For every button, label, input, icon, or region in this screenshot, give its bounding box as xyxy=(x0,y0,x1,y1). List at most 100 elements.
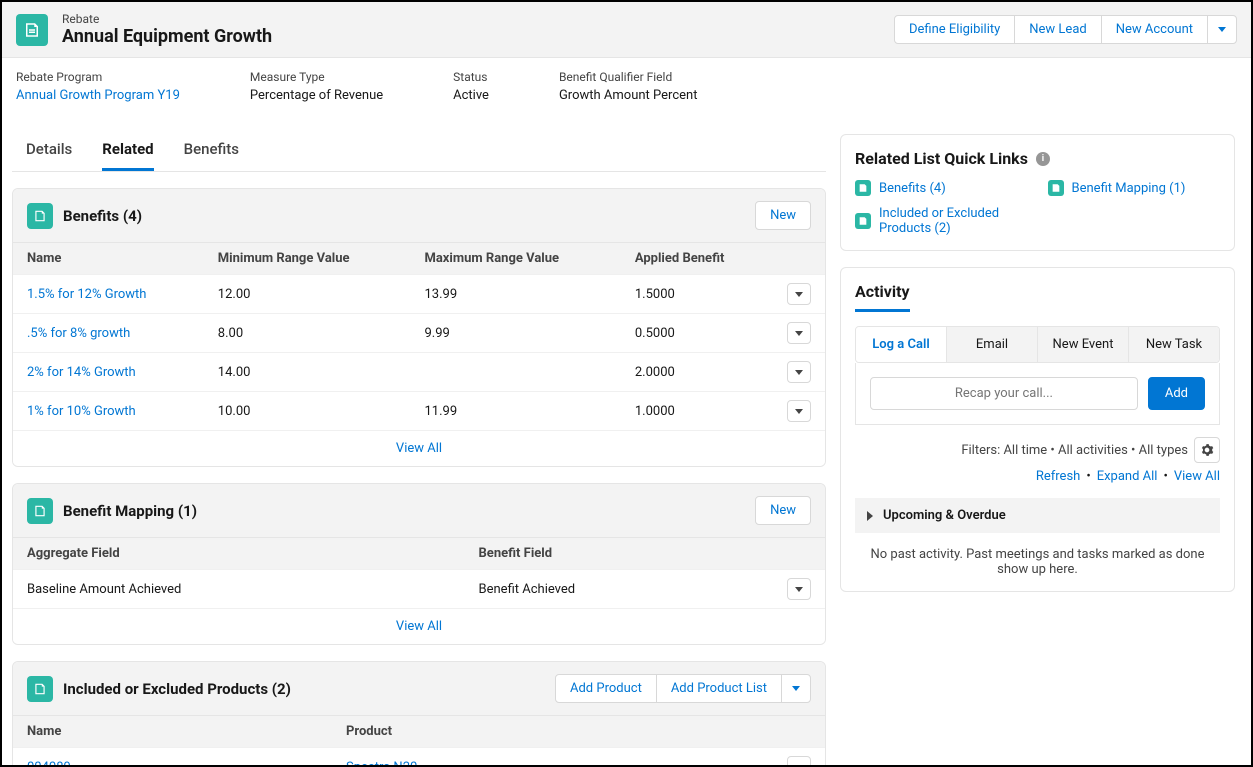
benefit-link[interactable]: 2% for 14% Growth xyxy=(27,365,136,380)
mapping-title: Benefit Mapping (1) xyxy=(63,502,197,520)
chevron-down-icon xyxy=(795,331,803,336)
filters-text: Filters: All time • All activities • All… xyxy=(961,443,1188,458)
benefits-table: Name Minimum Range Value Maximum Range V… xyxy=(13,242,825,430)
row-menu-button[interactable] xyxy=(787,578,811,600)
benefits-view-all[interactable]: View All xyxy=(13,430,825,466)
activity-title: Activity xyxy=(855,282,910,312)
product-link[interactable]: Spectra N20 xyxy=(346,760,417,767)
subtab-event[interactable]: New Event xyxy=(1037,327,1128,362)
products-card: Included or Excluded Products (2) Add Pr… xyxy=(12,661,826,767)
quick-links-card: Related List Quick Links i Benefits (4) … xyxy=(840,134,1235,251)
row-menu-button[interactable] xyxy=(787,361,811,383)
chevron-right-icon xyxy=(867,511,873,521)
mapping-new-button[interactable]: New xyxy=(755,496,811,525)
status-label: Status xyxy=(453,70,489,84)
measure-type-value: Percentage of Revenue xyxy=(250,88,383,103)
header-more-button[interactable] xyxy=(1207,15,1237,44)
table-row: 1% for 10% Growth 10.00 11.99 1.0000 xyxy=(13,392,825,431)
rebate-program-link[interactable]: Annual Growth Program Y19 xyxy=(16,88,180,103)
recap-input[interactable] xyxy=(870,377,1138,410)
ql-benefits[interactable]: Benefits (4) xyxy=(855,180,1028,196)
chevron-down-icon xyxy=(1218,27,1226,32)
filter-settings-button[interactable] xyxy=(1194,437,1220,463)
row-menu-button[interactable] xyxy=(787,322,811,344)
qualifier-value: Growth Amount Percent xyxy=(559,88,698,103)
upcoming-section[interactable]: Upcoming & Overdue xyxy=(855,498,1220,533)
new-account-button[interactable]: New Account xyxy=(1101,15,1208,44)
record-tabs: Details Related Benefits xyxy=(12,128,826,172)
tab-details[interactable]: Details xyxy=(26,128,72,171)
benefit-link[interactable]: 1% for 10% Growth xyxy=(27,404,136,419)
chevron-down-icon xyxy=(795,587,803,592)
page-title: Annual Equipment Growth xyxy=(62,26,272,47)
row-menu-button[interactable] xyxy=(787,283,811,305)
benefits-icon xyxy=(27,203,53,229)
products-icon xyxy=(27,676,53,702)
define-eligibility-button[interactable]: Define Eligibility xyxy=(894,15,1015,44)
view-all-link[interactable]: View All xyxy=(1174,469,1220,484)
expand-all-link[interactable]: Expand All xyxy=(1097,469,1158,484)
table-row: 2% for 14% Growth 14.00 2.0000 xyxy=(13,353,825,392)
mapping-view-all[interactable]: View All xyxy=(13,608,825,644)
mapping-col-ben: Benefit Field xyxy=(465,538,774,570)
benefits-col-max: Maximum Range Value xyxy=(410,243,620,275)
chevron-down-icon xyxy=(792,686,800,691)
object-type-label: Rebate xyxy=(62,12,272,26)
products-title: Included or Excluded Products (2) xyxy=(63,680,291,698)
status-value: Active xyxy=(453,88,489,103)
mapping-table: Aggregate Field Benefit Field Baseline A… xyxy=(13,537,825,608)
products-col-product: Product xyxy=(332,716,773,748)
table-row: 1.5% for 12% Growth 12.00 13.99 1.5000 xyxy=(13,275,825,314)
rebate-icon xyxy=(16,14,48,46)
refresh-link[interactable]: Refresh xyxy=(1036,469,1080,484)
row-menu-button[interactable] xyxy=(787,756,811,767)
benefits-col-min: Minimum Range Value xyxy=(204,243,411,275)
row-menu-button[interactable] xyxy=(787,400,811,422)
mapping-icon xyxy=(27,498,53,524)
subtab-log-call[interactable]: Log a Call xyxy=(856,327,946,362)
list-icon xyxy=(855,180,871,196)
gear-icon xyxy=(1200,443,1214,457)
products-more-button[interactable] xyxy=(781,674,811,703)
subtab-email[interactable]: Email xyxy=(946,327,1037,362)
add-product-button[interactable]: Add Product xyxy=(555,674,657,703)
tab-benefits[interactable]: Benefits xyxy=(184,128,239,171)
quick-links-title: Related List Quick Links xyxy=(855,149,1028,168)
product-name-link[interactable]: 004089 xyxy=(27,760,71,767)
rebate-program-label: Rebate Program xyxy=(16,70,180,84)
chevron-down-icon xyxy=(795,370,803,375)
products-table: Name Product 004089 Spectra N20 004090 R… xyxy=(13,715,825,767)
add-product-list-button[interactable]: Add Product List xyxy=(656,674,782,703)
mapping-col-agg: Aggregate Field xyxy=(13,538,465,570)
no-activity-text: No past activity. Past meetings and task… xyxy=(855,547,1220,577)
chevron-down-icon xyxy=(795,292,803,297)
record-header: Rebate Annual Equipment Growth Define El… xyxy=(2,2,1251,58)
list-icon xyxy=(1048,180,1064,196)
ql-benefit-mapping[interactable]: Benefit Mapping (1) xyxy=(1048,180,1221,196)
ql-products[interactable]: Included or Excluded Products (2) xyxy=(855,206,1028,236)
list-icon xyxy=(855,213,871,229)
table-row: 004089 Spectra N20 xyxy=(13,748,825,767)
info-icon[interactable]: i xyxy=(1036,152,1050,166)
products-col-name: Name xyxy=(13,716,332,748)
benefits-title: Benefits (4) xyxy=(63,207,142,225)
benefit-link[interactable]: 1.5% for 12% Growth xyxy=(27,287,146,302)
table-row: Baseline Amount Achieved Benefit Achieve… xyxy=(13,570,825,609)
tab-related[interactable]: Related xyxy=(102,128,153,171)
activity-card: Activity Log a Call Email New Event New … xyxy=(840,267,1235,592)
measure-type-label: Measure Type xyxy=(250,70,383,84)
benefits-new-button[interactable]: New xyxy=(755,201,811,230)
chevron-down-icon xyxy=(795,409,803,414)
new-lead-button[interactable]: New Lead xyxy=(1014,15,1101,44)
activity-subtabs: Log a Call Email New Event New Task xyxy=(855,326,1220,363)
subtab-task[interactable]: New Task xyxy=(1128,327,1219,362)
benefit-link[interactable]: .5% for 8% growth xyxy=(27,326,130,341)
qualifier-label: Benefit Qualifier Field xyxy=(559,70,698,84)
highlights-panel: Rebate Program Annual Growth Program Y19… xyxy=(2,58,1251,118)
table-row: .5% for 8% growth 8.00 9.99 0.5000 xyxy=(13,314,825,353)
benefits-card: Benefits (4) New Name Minimum Range Valu… xyxy=(12,188,826,467)
header-actions: Define Eligibility New Lead New Account xyxy=(895,15,1237,44)
add-activity-button[interactable]: Add xyxy=(1148,377,1205,410)
benefits-col-applied: Applied Benefit xyxy=(621,243,773,275)
benefit-mapping-card: Benefit Mapping (1) New Aggregate Field … xyxy=(12,483,826,645)
